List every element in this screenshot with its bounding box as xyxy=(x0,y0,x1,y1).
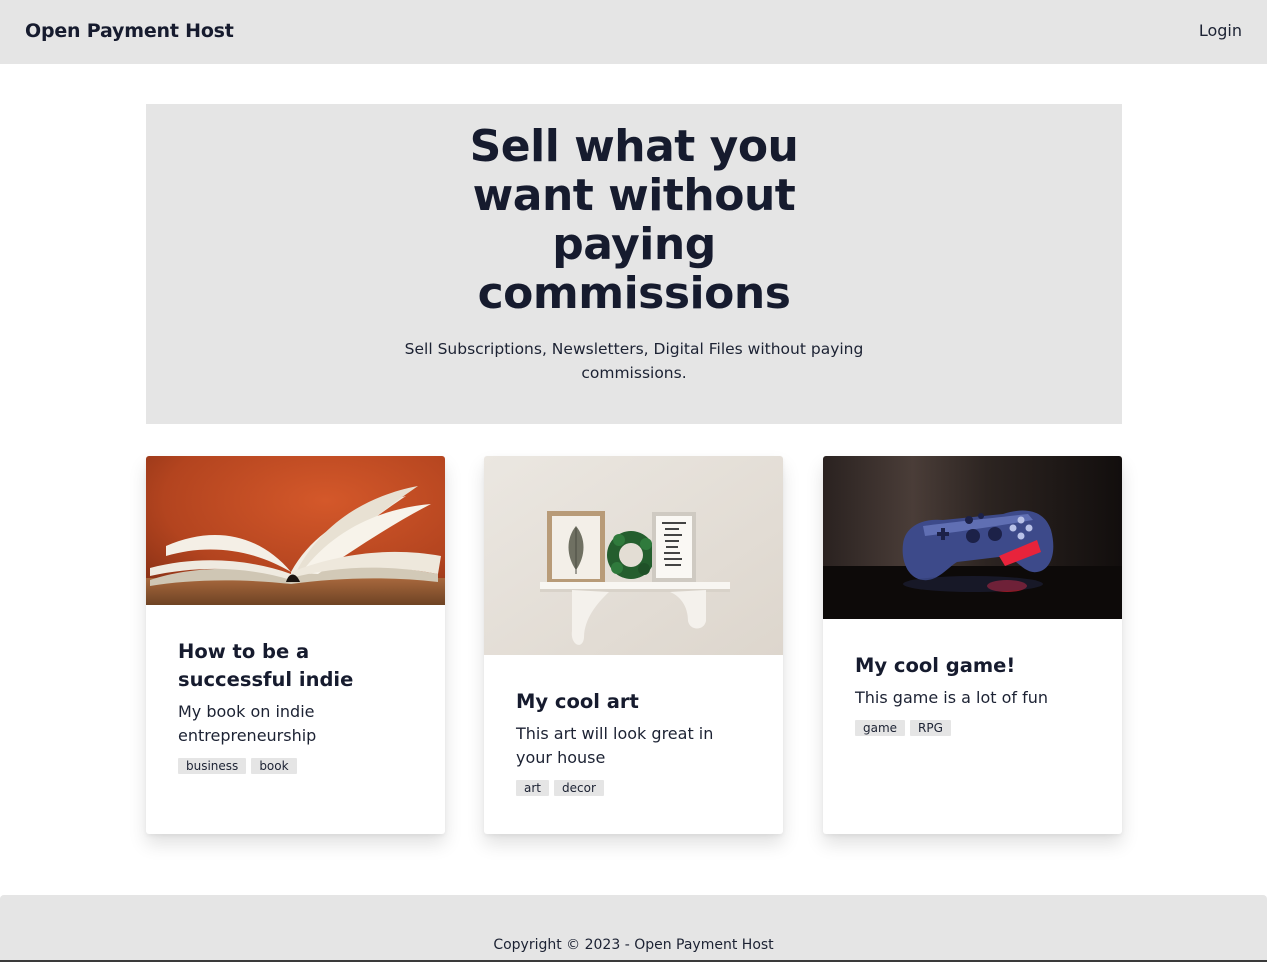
open-book-photo[interactable] xyxy=(146,456,445,605)
tag[interactable]: book xyxy=(251,758,297,774)
wall-shelf-art-photo[interactable] xyxy=(484,456,783,655)
brand-link[interactable]: Open Payment Host xyxy=(25,20,234,42)
hero-title: Sell what you want without paying commis… xyxy=(469,121,799,319)
product-description: This art will look great in your house xyxy=(516,724,714,767)
product-title[interactable]: My cool art xyxy=(516,688,751,716)
tag[interactable]: art xyxy=(516,780,549,796)
product-card[interactable]: My cool game! This game is a lot of fun … xyxy=(823,456,1122,834)
product-card[interactable]: How to be a successful indie My book on … xyxy=(146,456,445,834)
tag[interactable]: RPG xyxy=(910,720,951,736)
navbar: Open Payment Host Login xyxy=(0,0,1267,64)
product-title[interactable]: My cool game! xyxy=(855,652,1090,680)
tag[interactable]: decor xyxy=(554,780,604,796)
login-link[interactable]: Login xyxy=(1199,21,1242,40)
tag[interactable]: game xyxy=(855,720,906,736)
hero-section: Sell what you want without paying commis… xyxy=(146,104,1122,424)
tag[interactable]: business xyxy=(178,758,247,774)
product-card[interactable]: My cool art This art will look great in … xyxy=(484,456,783,834)
hero-subtitle: Sell Subscriptions, Newsletters, Digital… xyxy=(404,340,864,382)
product-description: My book on indie entrepreneurship xyxy=(178,702,317,745)
footer: Copyright © 2023 - Open Payment Host xyxy=(0,895,1267,962)
copyright-text: Copyright © 2023 - Open Payment Host xyxy=(493,937,774,953)
tag-list: game RPG xyxy=(855,720,1090,736)
product-title[interactable]: How to be a successful indie xyxy=(178,638,413,694)
product-card-body: How to be a successful indie My book on … xyxy=(178,638,413,774)
product-description: This game is a lot of fun xyxy=(855,688,1049,707)
tag-list: business book xyxy=(178,758,413,774)
product-card-body: My cool art This art will look great in … xyxy=(516,688,751,796)
product-card-body: My cool game! This game is a lot of fun … xyxy=(855,652,1090,736)
game-controller-photo[interactable] xyxy=(823,456,1122,619)
tag-list: art decor xyxy=(516,780,751,796)
